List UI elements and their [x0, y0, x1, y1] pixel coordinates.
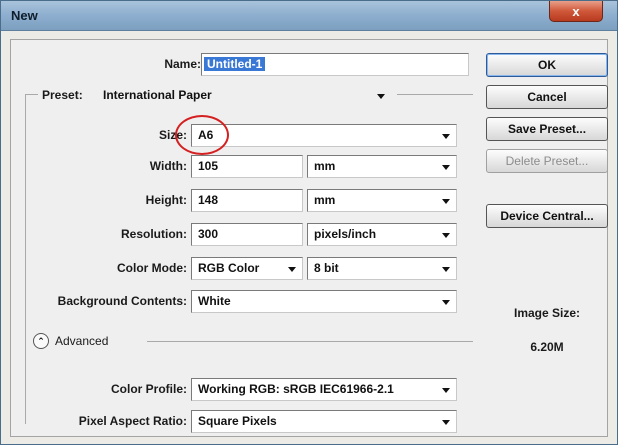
size-select[interactable]: A6 [191, 124, 457, 147]
height-input[interactable]: 148 [191, 189, 303, 212]
color-mode-select[interactable]: RGB Color [191, 257, 303, 280]
dialog-content: Name: Untitled-1 Preset: International P… [10, 39, 608, 437]
resolution-unit-select[interactable]: pixels/inch [307, 223, 457, 246]
resolution-unit-value: pixels/inch [314, 227, 377, 241]
close-icon: x [572, 3, 580, 19]
color-mode-value: RGB Color [198, 261, 260, 275]
chevron-down-icon [288, 267, 296, 272]
resolution-input[interactable]: 300 [191, 223, 303, 246]
color-profile-value: Working RGB: sRGB IEC61966-2.1 [198, 382, 394, 396]
name-input[interactable]: Untitled-1 [201, 53, 469, 76]
color-mode-label: Color Mode: [117, 261, 187, 275]
height-unit-value: mm [314, 193, 336, 207]
title-bar[interactable]: New x [1, 1, 617, 31]
width-unit-select[interactable]: mm [307, 155, 457, 178]
name-label: Name: [164, 57, 201, 71]
advanced-divider [147, 341, 473, 342]
background-contents-value: White [198, 294, 231, 308]
advanced-label[interactable]: Advanced [55, 334, 108, 348]
chevron-down-icon [442, 165, 450, 170]
background-contents-label: Background Contents: [57, 294, 187, 308]
background-contents-select[interactable]: White [191, 290, 457, 313]
chevron-down-icon [442, 388, 450, 393]
width-label: Width: [149, 159, 187, 173]
cancel-button[interactable]: Cancel [486, 85, 608, 109]
width-input[interactable]: 105 [191, 155, 303, 178]
chevron-down-icon [377, 94, 385, 99]
chevron-down-icon [442, 134, 450, 139]
preset-group-top-left [25, 94, 38, 95]
preset-select[interactable]: International Paper [97, 85, 391, 108]
pixel-aspect-ratio-select[interactable]: Square Pixels [191, 410, 457, 433]
chevron-down-icon [442, 199, 450, 204]
close-button[interactable]: x [549, 1, 603, 22]
save-preset-button[interactable]: Save Preset... [486, 117, 608, 141]
pixel-aspect-ratio-label: Pixel Aspect Ratio: [78, 414, 187, 428]
advanced-toggle-button[interactable]: ⌃ [33, 333, 49, 349]
preset-group-top-right [397, 94, 473, 95]
chevron-down-icon [442, 300, 450, 305]
new-document-dialog: New x Name: Untitled-1 Preset: Internati… [0, 0, 618, 445]
height-label: Height: [145, 193, 187, 207]
device-central-button[interactable]: Device Central... [486, 204, 608, 228]
preset-select-value: International Paper [103, 88, 212, 102]
bit-depth-value: 8 bit [314, 261, 339, 275]
highlight-circle-annotation [175, 115, 229, 155]
chevron-down-icon [442, 267, 450, 272]
delete-preset-button: Delete Preset... [486, 149, 608, 173]
resolution-label: Resolution: [121, 227, 187, 241]
chevron-down-icon [442, 233, 450, 238]
name-input-value: Untitled-1 [204, 57, 266, 71]
width-unit-value: mm [314, 159, 336, 173]
bit-depth-select[interactable]: 8 bit [307, 257, 457, 280]
color-profile-label: Color Profile: [110, 382, 187, 396]
width-input-value: 105 [198, 159, 219, 173]
chevron-down-icon [442, 420, 450, 425]
color-profile-select[interactable]: Working RGB: sRGB IEC61966-2.1 [191, 378, 457, 401]
pixel-aspect-ratio-value: Square Pixels [198, 414, 277, 428]
preset-label: Preset: [39, 88, 86, 102]
height-unit-select[interactable]: mm [307, 189, 457, 212]
ok-button[interactable]: OK [486, 53, 608, 77]
resolution-input-value: 300 [198, 227, 219, 241]
image-size-value: 6.20M [530, 340, 564, 354]
height-input-value: 148 [198, 193, 219, 207]
chevron-up-icon: ⌃ [37, 336, 45, 346]
image-size-label: Image Size: [513, 306, 581, 320]
dialog-title: New [11, 8, 38, 23]
